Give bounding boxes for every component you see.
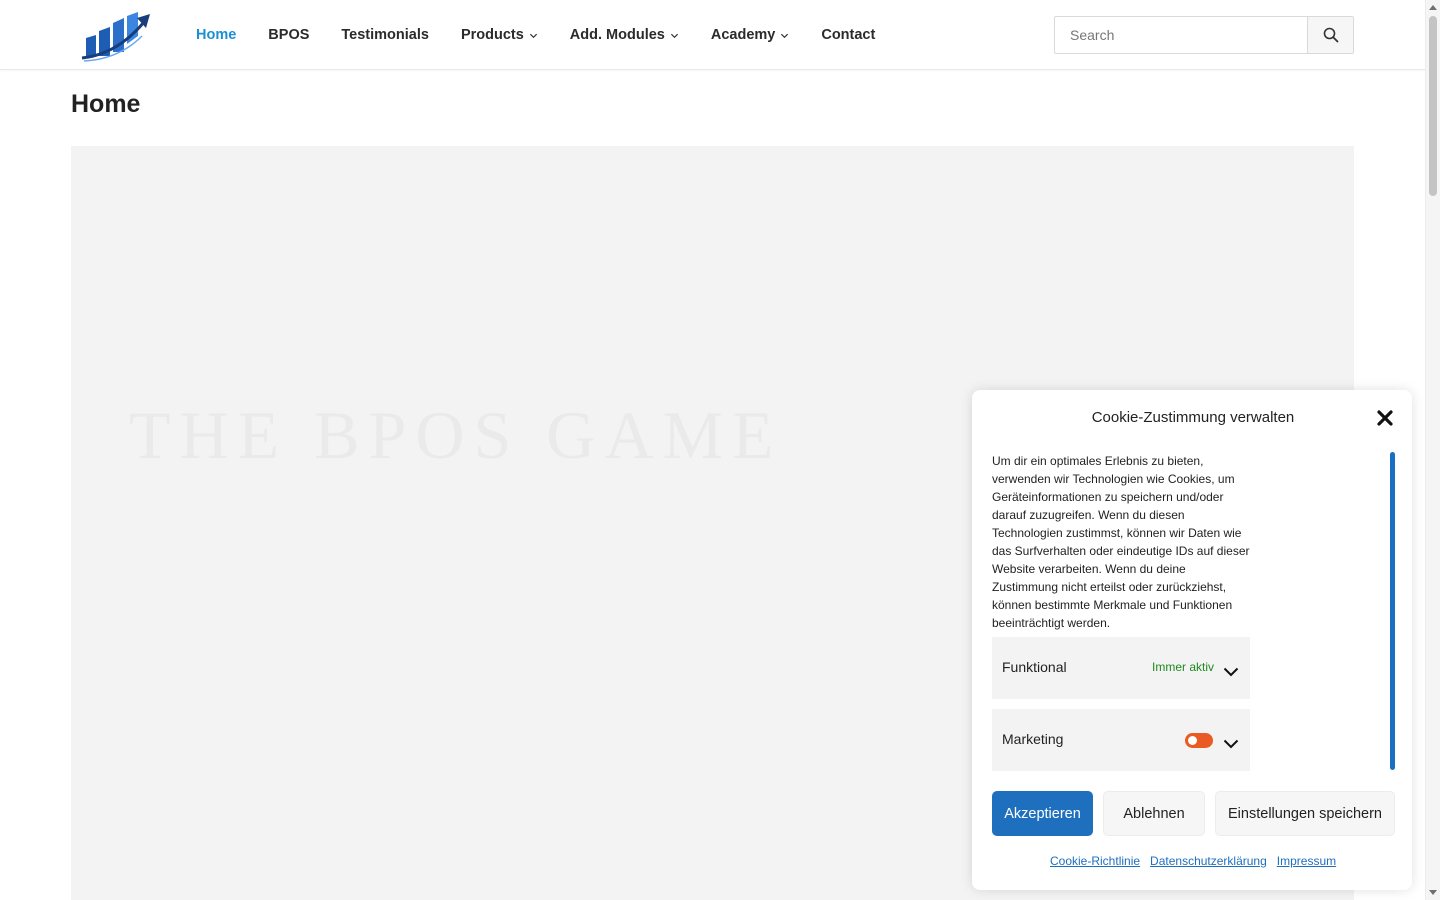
nav-products[interactable]: Products xyxy=(461,27,538,43)
close-icon[interactable] xyxy=(1376,409,1394,427)
category-label: Funktional xyxy=(1002,659,1067,675)
nav-home-label: Home xyxy=(196,27,237,43)
chevron-down-icon[interactable] xyxy=(1223,739,1239,749)
hero-heading: THE BPOS GAME xyxy=(129,397,783,473)
privacy-policy-link[interactable]: Datenschutzerklärung xyxy=(1150,854,1267,868)
scrollbar-thumb[interactable] xyxy=(1429,16,1437,196)
site-logo[interactable] xyxy=(80,10,152,62)
cookie-dialog-scrollbar[interactable] xyxy=(1390,452,1395,770)
search-icon xyxy=(1323,27,1338,43)
save-preferences-button[interactable]: Einstellungen speichern xyxy=(1215,791,1395,836)
nav-add-modules[interactable]: Add. Modules xyxy=(570,27,679,43)
site-header: Home BPOS Testimonials Products Add. Mod… xyxy=(0,0,1425,70)
cookie-category-marketing[interactable]: Marketing xyxy=(992,709,1250,771)
accept-button[interactable]: Akzeptieren xyxy=(992,791,1093,836)
search-button[interactable] xyxy=(1307,17,1353,53)
cookie-category-functional[interactable]: Funktional Immer aktiv xyxy=(992,637,1250,699)
cookie-dialog-title: Cookie-Zustimmung verwalten xyxy=(1091,409,1295,426)
cookie-message: Um dir ein optimales Erlebnis zu bieten,… xyxy=(992,454,1250,630)
cookie-policy-link[interactable]: Cookie-Richtlinie xyxy=(1050,854,1140,868)
nav-testimonials-label: Testimonials xyxy=(341,27,429,43)
main-nav: Home BPOS Testimonials Products Add. Mod… xyxy=(196,0,907,70)
chevron-down-icon xyxy=(529,33,537,39)
chevron-down-icon xyxy=(781,33,789,39)
nav-contact[interactable]: Contact xyxy=(821,27,875,43)
nav-academy-label: Academy xyxy=(710,27,776,43)
scroll-up-arrow-icon[interactable] xyxy=(1429,5,1437,10)
marketing-toggle[interactable] xyxy=(1185,733,1213,748)
nav-add-modules-label: Add. Modules xyxy=(569,27,665,43)
cookie-consent-dialog: Cookie-Zustimmung verwalten Um dir ein o… xyxy=(972,390,1412,890)
always-active-status: Immer aktiv xyxy=(1152,660,1215,674)
cookie-links: Cookie-Richtlinie Datenschutzerklärung I… xyxy=(1050,854,1346,868)
page-scrollbar[interactable] xyxy=(1425,0,1440,900)
page-title: Home xyxy=(71,90,141,118)
nav-home[interactable]: Home xyxy=(196,27,236,43)
nav-academy[interactable]: Academy xyxy=(711,27,789,43)
nav-bpos-label: BPOS xyxy=(268,27,310,43)
chevron-down-icon[interactable] xyxy=(1223,667,1239,677)
deny-button[interactable]: Ablehnen xyxy=(1103,791,1205,836)
search-form xyxy=(1054,16,1354,54)
nav-products-label: Products xyxy=(460,27,524,43)
nav-testimonials[interactable]: Testimonials xyxy=(341,27,429,43)
search-input[interactable] xyxy=(1055,17,1307,53)
nav-contact-label: Contact xyxy=(821,27,876,43)
category-label: Marketing xyxy=(1002,731,1064,747)
nav-bpos[interactable]: BPOS xyxy=(268,27,309,43)
scroll-down-arrow-icon[interactable] xyxy=(1429,890,1437,895)
chevron-down-icon xyxy=(670,33,678,39)
toggle-knob xyxy=(1188,736,1197,745)
imprint-link[interactable]: Impressum xyxy=(1277,854,1336,868)
